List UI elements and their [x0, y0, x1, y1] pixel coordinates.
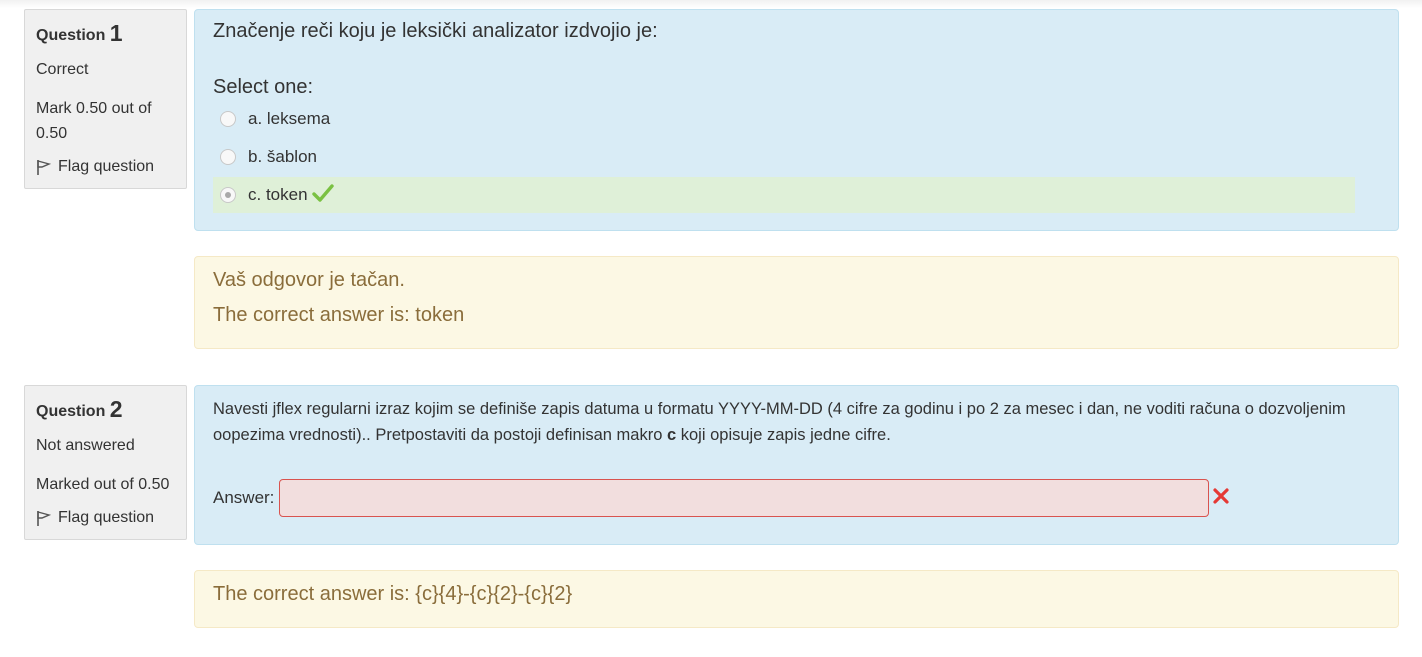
flag-question-label: Flag question — [58, 158, 155, 175]
general-feedback: Vaš odgovor je tačan. — [213, 269, 405, 291]
answer-row: Answer: — [213, 479, 1230, 517]
question-2-feedback: The correct answer is: {c}{4}-{c}{2}-{c}… — [194, 570, 1399, 628]
question-state: Not answered — [36, 437, 135, 454]
question-text: Značenje reči koju je leksički analizato… — [213, 20, 658, 42]
answer-input[interactable] — [279, 479, 1210, 517]
question-1-formulation: Značenje reči koju je leksički analizato… — [194, 9, 1399, 231]
question-2-formulation: Navesti jflex regularni izraz kojim se d… — [194, 385, 1399, 545]
option-b-label: b. šablon — [248, 147, 317, 166]
question-1-info: Question 1 Correct Mark 0.50 out of 0.50… — [24, 9, 187, 189]
option-a-label: a. leksema — [248, 109, 331, 128]
flag-icon — [36, 158, 52, 176]
correct-answer-feedback: The correct answer is: {c}{4}-{c}{2}-{c}… — [213, 583, 573, 605]
flag-question-button[interactable]: Flag question — [36, 158, 175, 176]
top-shade — [0, 0, 1422, 8]
option-c-radio[interactable] — [220, 187, 236, 203]
flag-icon — [36, 509, 52, 527]
cross-icon — [1212, 487, 1230, 510]
option-a-radio[interactable] — [220, 111, 236, 127]
select-one-prompt: Select one: — [213, 76, 314, 98]
question-state: Correct — [36, 61, 89, 78]
macro-name: c — [666, 426, 677, 444]
question-label: Question — [36, 27, 106, 44]
question-2-info: Question 2 Not answered Marked out of 0.… — [24, 385, 187, 540]
question-number: 1 — [109, 20, 123, 46]
flag-question-label: Flag question — [58, 509, 155, 526]
flag-question-button[interactable]: Flag question — [36, 509, 175, 527]
question-1-heading: Question 1 — [36, 20, 175, 49]
question-text: Navesti jflex regularni izraz kojim se d… — [213, 396, 1373, 448]
option-a[interactable]: a. leksema — [213, 101, 1355, 137]
question-grade: Mark 0.50 out of 0.50 — [36, 100, 152, 142]
correct-answer-feedback: The correct answer is: token — [213, 304, 465, 326]
option-c[interactable]: c. token — [213, 177, 1355, 213]
answer-label: Answer: — [213, 488, 275, 507]
check-icon — [311, 183, 334, 208]
question-grade: Marked out of 0.50 — [36, 476, 170, 493]
option-b-radio[interactable] — [220, 149, 236, 165]
question-1-feedback: Vaš odgovor je tačan. The correct answer… — [194, 256, 1399, 349]
question-2-heading: Question 2 — [36, 396, 175, 425]
question-number: 2 — [109, 396, 123, 422]
option-b[interactable]: b. šablon — [213, 139, 1355, 175]
option-c-label: c. token — [248, 185, 308, 204]
question-text-part2: koji opisuje zapis jedne cifre. — [676, 426, 891, 444]
question-label: Question — [36, 403, 106, 420]
